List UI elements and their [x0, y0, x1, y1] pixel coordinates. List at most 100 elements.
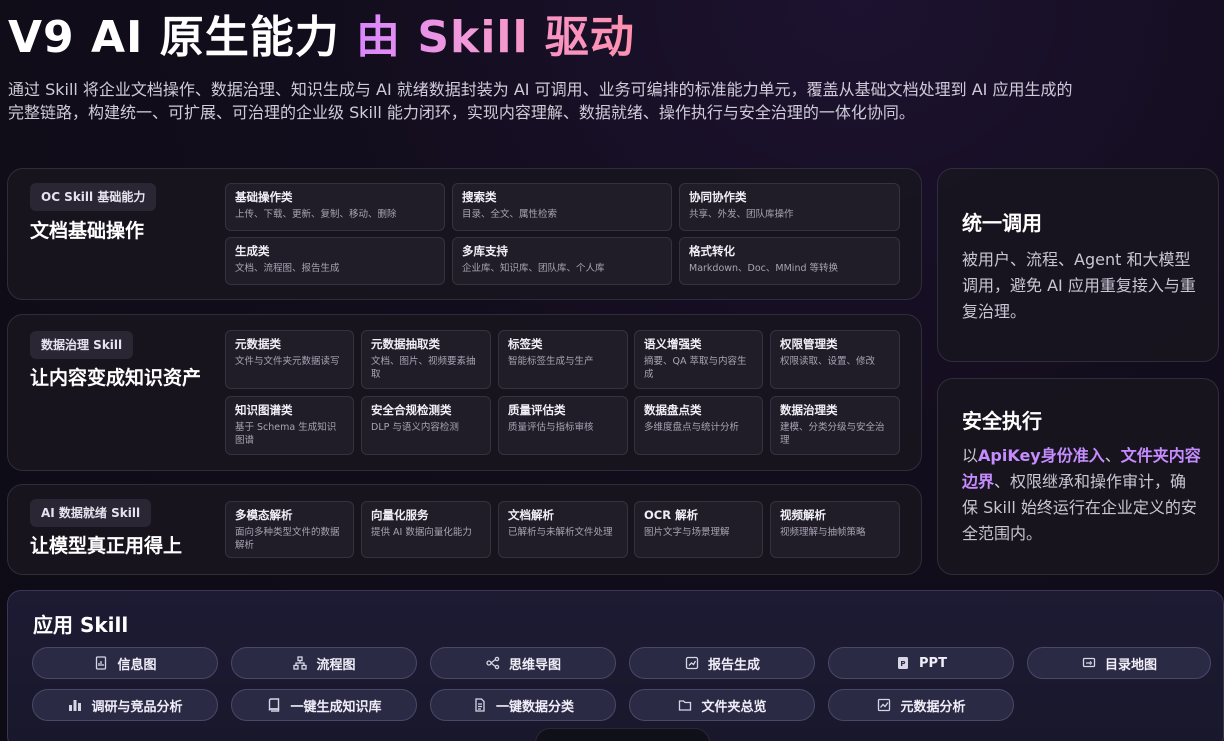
ppt-icon: P	[895, 655, 911, 671]
skill-card-desc: 目录、全文、属性检索	[462, 209, 558, 220]
skill-card-desc: 文件与文件夹元数据读写	[235, 356, 340, 367]
skill-card-desc: 基于 Schema 生成知识图谱	[235, 422, 337, 446]
side-card-secure-exec: 安全执行 以ApiKey身份准入、文件夹内容边界、权限继承和操作审计，确保 Sk…	[937, 378, 1219, 575]
skill-card[interactable]: 元数据类 文件与文件夹元数据读写	[225, 330, 354, 389]
app-skill-panel: 应用 Skill 信息图 流程图 思维导图 报告生成 P PPT 目录地图 调研…	[7, 590, 1224, 741]
chip-metadata-analysis[interactable]: 元数据分析	[828, 689, 1014, 721]
chip-label: 目录地图	[1104, 657, 1157, 673]
skill-card-desc: 文档、流程图、报告生成	[235, 263, 340, 274]
skill-card-desc: Markdown、Doc、MMind 等转换	[689, 263, 839, 274]
skill-card-title: 标签类	[508, 337, 543, 351]
chip-directory-map[interactable]: 目录地图	[1027, 647, 1211, 679]
document-icon	[472, 697, 488, 713]
category-panel-ai-ready: AI 数据就绪 Skill 让模型真正用得上 多模态解析 面向多种类型文件的数据…	[7, 484, 922, 575]
skill-card[interactable]: OCR 解析 图片文字与场景理解	[634, 501, 763, 558]
skill-card[interactable]: 多模态解析 面向多种类型文件的数据解析	[225, 501, 354, 558]
chip-mindmap[interactable]: 思维导图	[430, 647, 616, 679]
skill-card[interactable]: 质量评估类 质量评估与指标审核	[498, 396, 628, 455]
skill-card-desc: 共享、外发、团队库操作	[689, 209, 794, 220]
chip-report[interactable]: 报告生成	[629, 647, 815, 679]
chip-ppt[interactable]: P PPT	[828, 647, 1014, 679]
chip-research[interactable]: 调研与竞品分析	[32, 689, 218, 721]
chip-flowchart[interactable]: 流程图	[231, 647, 417, 679]
skill-card[interactable]: 元数据抽取类 文档、图片、视频要素抽取	[361, 330, 491, 389]
chip-folder-overview[interactable]: 文件夹总览	[629, 689, 815, 721]
category-tag: OC Skill 基础能力	[30, 183, 157, 211]
skill-card-desc: 企业库、知识库、团队库、个人库	[462, 263, 605, 274]
chip-knowledge-base[interactable]: 一键生成知识库	[231, 689, 417, 721]
side-card-title: 统一调用	[962, 211, 1042, 235]
app-skill-title: 应用 Skill	[33, 613, 129, 637]
skill-card-desc: 摘要、QA 萃取与内容生成	[644, 356, 747, 380]
chip-label: 一键生成知识库	[290, 699, 382, 715]
folder-icon	[677, 697, 693, 713]
skill-card-title: 多库支持	[462, 244, 508, 258]
chip-label: 调研与竞品分析	[91, 699, 183, 715]
skill-card-desc: 质量评估与指标审核	[508, 422, 594, 433]
skill-card[interactable]: 格式转化 Markdown、Doc、MMind 等转换	[679, 237, 900, 285]
side-body-text: 、	[1104, 446, 1121, 465]
side-card-body: 以ApiKey身份准入、文件夹内容边界、权限继承和操作审计，确保 Skill 始…	[962, 443, 1202, 547]
skill-card[interactable]: 语义增强类 摘要、QA 萃取与内容生成	[634, 330, 763, 389]
skill-card[interactable]: 基础操作类 上传、下载、更新、复制、移动、删除	[225, 183, 445, 231]
skill-card-title: 文档解析	[508, 508, 554, 522]
skill-card-title: 格式转化	[689, 244, 735, 258]
skill-card-title: 向量化服务	[371, 508, 429, 522]
skill-card-desc: 图片文字与场景理解	[644, 527, 730, 538]
side-highlight-apikey: ApiKey身份准入	[978, 446, 1105, 465]
skill-card[interactable]: 数据治理类 建模、分类分级与安全治理	[770, 396, 900, 455]
skill-card[interactable]: 视频解析 视频理解与抽帧策略	[770, 501, 900, 558]
side-card-title: 安全执行	[962, 409, 1042, 433]
skill-card-title: 知识图谱类	[235, 403, 293, 417]
skill-card-title: 多模态解析	[235, 508, 293, 522]
category-panel-basic: OC Skill 基础能力 文档基础操作 基础操作类 上传、下载、更新、复制、移…	[7, 168, 922, 300]
skill-card[interactable]: 安全合规检测类 DLP 与语义内容检测	[361, 396, 491, 455]
skill-card-title: 协同协作类	[689, 190, 747, 204]
skill-card[interactable]: 标签类 智能标签生成与生产	[498, 330, 628, 389]
category-tag: 数据治理 Skill	[30, 331, 134, 359]
skill-card-title: 质量评估类	[508, 403, 566, 417]
skill-card-title: 语义增强类	[644, 337, 702, 351]
skill-card-title: 生成类	[235, 244, 270, 258]
bar-chart-icon	[67, 697, 83, 713]
chip-infographic[interactable]: 信息图	[32, 647, 218, 679]
category-panel-governance: 数据治理 Skill 让内容变成知识资产 元数据类 文件与文件夹元数据读写 元数…	[7, 314, 922, 471]
chip-label: 一键数据分类	[495, 699, 574, 715]
book-icon	[266, 697, 282, 713]
page-title-prefix: V9 AI 原生能力	[8, 12, 357, 63]
skill-card-title: 元数据抽取类	[371, 337, 440, 351]
mindmap-icon	[485, 655, 501, 671]
skill-card[interactable]: 向量化服务 提供 AI 数据向量化能力	[361, 501, 491, 558]
skill-card[interactable]: 搜索类 目录、全文、属性检索	[452, 183, 672, 231]
side-card-body: 被用户、流程、Agent 和大模型调用，避免 AI 应用重复接入与重复治理。	[962, 250, 1196, 321]
skill-card-desc: 多维度盘点与统计分析	[644, 422, 740, 433]
category-title: 文档基础操作	[30, 220, 145, 242]
skill-card-desc: DLP 与语义内容检测	[371, 422, 459, 433]
skill-card-title: 视频解析	[780, 508, 826, 522]
page-title-highlight: 由 Skill 驱动	[356, 12, 635, 63]
skill-card-title: 基础操作类	[235, 190, 293, 204]
skill-card-title: 搜索类	[462, 190, 497, 204]
skill-card[interactable]: 数据盘点类 多维度盘点与统计分析	[634, 396, 763, 455]
skill-card[interactable]: 权限管理类 权限读取、设置、修改	[770, 330, 900, 389]
line-chart-icon	[876, 697, 892, 713]
side-body-text: 以	[962, 446, 979, 465]
category-title: 让模型真正用得上	[30, 535, 183, 557]
skill-card[interactable]: 多库支持 企业库、知识库、团队库、个人库	[452, 237, 672, 285]
flowchart-icon	[292, 655, 308, 671]
chip-label: PPT	[919, 655, 947, 671]
chip-data-classify[interactable]: 一键数据分类	[430, 689, 616, 721]
skill-card-desc: 面向多种类型文件的数据解析	[235, 527, 340, 551]
skill-card[interactable]: 文档解析 已解析与未解析文件处理	[498, 501, 628, 558]
chip-label: 报告生成	[707, 657, 760, 673]
skill-card[interactable]: 知识图谱类 基于 Schema 生成知识图谱	[225, 396, 354, 455]
page-title: V9 AI 原生能力 由 Skill 驱动	[8, 10, 635, 66]
skill-card-desc: 提供 AI 数据向量化能力	[371, 527, 472, 538]
side-card-unified-call: 统一调用 被用户、流程、Agent 和大模型调用，避免 AI 应用重复接入与重复…	[937, 168, 1219, 362]
skill-card[interactable]: 协同协作类 共享、外发、团队库操作	[679, 183, 900, 231]
bottom-floating-bar[interactable]	[535, 728, 710, 741]
skill-card-title: 安全合规检测类	[371, 403, 452, 417]
skill-card[interactable]: 生成类 文档、流程图、报告生成	[225, 237, 445, 285]
skill-card-title: 数据盘点类	[644, 403, 702, 417]
skill-card-desc: 已解析与未解析文件处理	[508, 527, 613, 538]
